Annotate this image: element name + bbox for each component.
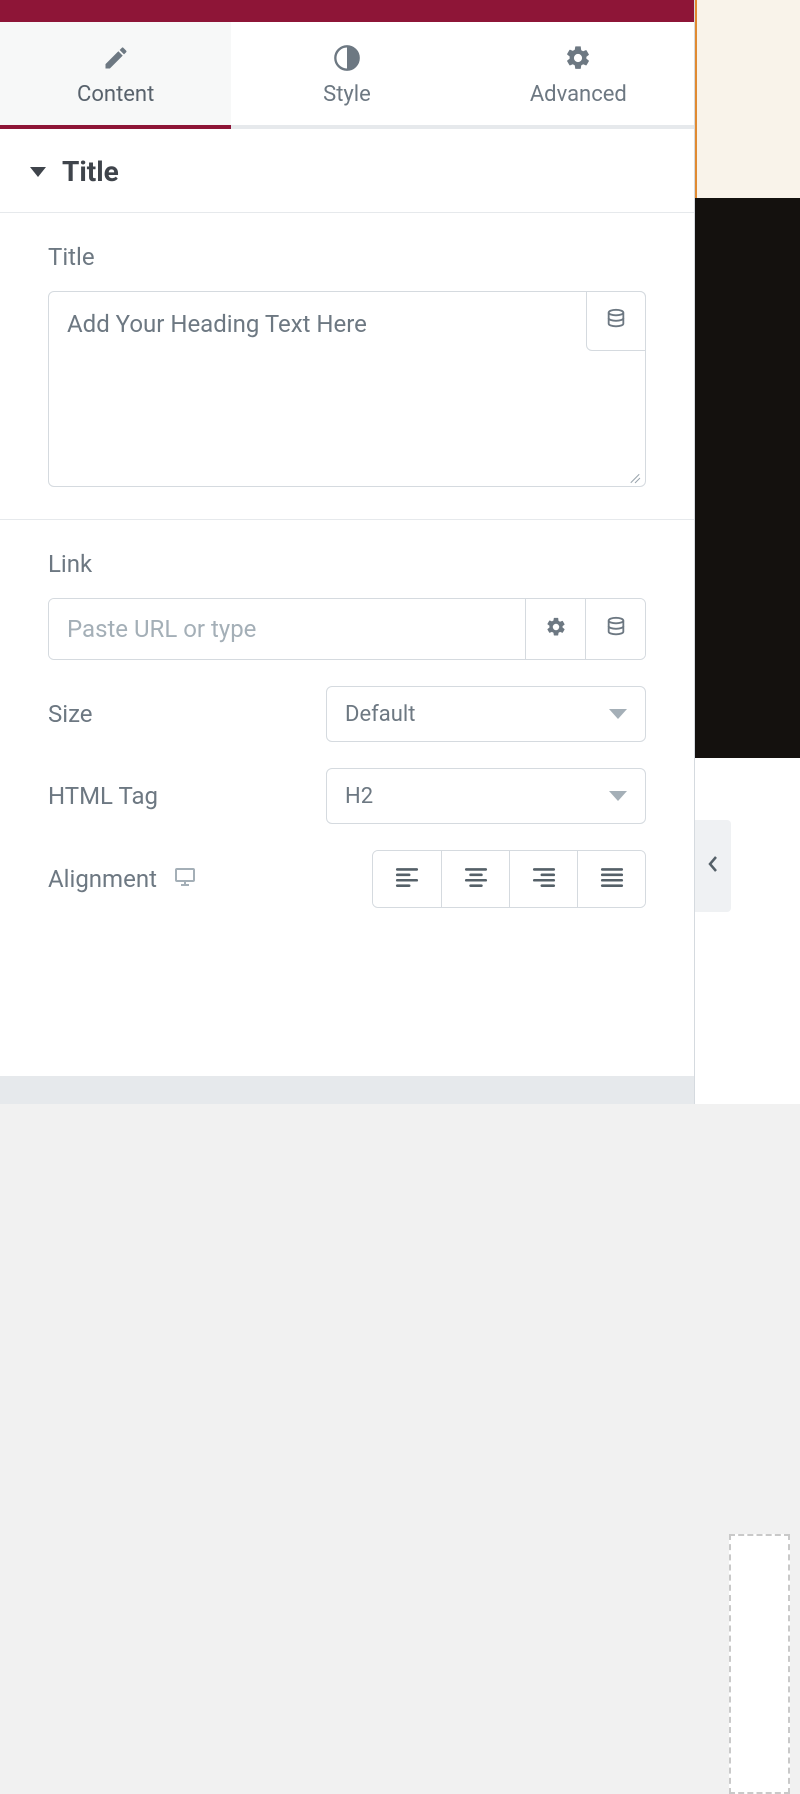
- preview-dark-region: [695, 198, 800, 758]
- row-size: Size Default: [0, 660, 694, 742]
- pencil-icon: [102, 44, 130, 72]
- html-tag-label: HTML Tag: [48, 782, 158, 810]
- tab-advanced[interactable]: Advanced: [463, 22, 694, 125]
- html-tag-select[interactable]: H2: [326, 768, 646, 824]
- tab-content-label: Content: [77, 82, 154, 107]
- preview-drop-area[interactable]: [729, 1534, 790, 1794]
- gear-icon: [564, 44, 592, 72]
- caret-down-icon: [30, 167, 46, 177]
- chevron-down-icon: [609, 709, 627, 719]
- title-textarea[interactable]: [49, 292, 645, 482]
- align-justify-button[interactable]: [577, 851, 645, 907]
- align-center-button[interactable]: [441, 851, 509, 907]
- alignment-label: Alignment: [48, 865, 157, 893]
- align-justify-icon: [599, 866, 625, 892]
- row-html-tag: HTML Tag H2: [0, 742, 694, 824]
- panel-collapse-toggle[interactable]: [695, 820, 731, 912]
- html-tag-select-value: H2: [327, 784, 609, 809]
- editor-tabs: Content Style Advanced: [0, 22, 694, 129]
- panel-footer: [0, 1076, 694, 1104]
- chevron-left-icon: [707, 855, 719, 877]
- size-select[interactable]: Default: [326, 686, 646, 742]
- align-right-button[interactable]: [509, 851, 577, 907]
- align-left-button[interactable]: [373, 851, 441, 907]
- size-label: Size: [48, 700, 93, 728]
- title-label: Title: [48, 243, 646, 271]
- align-right-icon: [531, 866, 557, 892]
- align-center-icon: [463, 866, 489, 892]
- field-group-link: Link: [0, 520, 694, 660]
- align-left-icon: [394, 866, 420, 892]
- panel-body: Title Title Link: [0, 129, 694, 1076]
- link-options-button[interactable]: [525, 599, 585, 659]
- section-toggle-title[interactable]: Title: [0, 129, 694, 213]
- title-textarea-wrap: [48, 291, 646, 487]
- canvas-preview: [695, 0, 800, 1104]
- preview-top-region: [695, 0, 800, 198]
- link-dynamic-button[interactable]: [585, 599, 645, 659]
- gear-icon: [545, 616, 567, 642]
- tab-content[interactable]: Content: [0, 22, 231, 125]
- section-title-content: Title Link: [0, 213, 694, 928]
- editor-panel: Content Style Advanced Title Title: [0, 0, 695, 1104]
- database-icon: [605, 308, 627, 334]
- alignment-buttons: [372, 850, 646, 908]
- database-icon: [605, 616, 627, 642]
- field-group-title: Title: [0, 213, 694, 487]
- size-select-value: Default: [327, 702, 609, 727]
- row-alignment: Alignment: [0, 824, 694, 908]
- tab-advanced-label: Advanced: [530, 82, 627, 107]
- chevron-down-icon: [609, 791, 627, 801]
- contrast-icon: [333, 44, 361, 72]
- tab-style[interactable]: Style: [231, 22, 462, 125]
- preview-light-region: [695, 758, 800, 1104]
- title-dynamic-button[interactable]: [586, 291, 646, 351]
- panel-topbar: [0, 0, 694, 22]
- desktop-icon[interactable]: [173, 865, 197, 893]
- section-header-label: Title: [62, 155, 119, 188]
- tab-style-label: Style: [323, 82, 371, 107]
- link-input-row: [48, 598, 646, 660]
- link-label: Link: [48, 550, 646, 578]
- link-input[interactable]: [49, 599, 525, 659]
